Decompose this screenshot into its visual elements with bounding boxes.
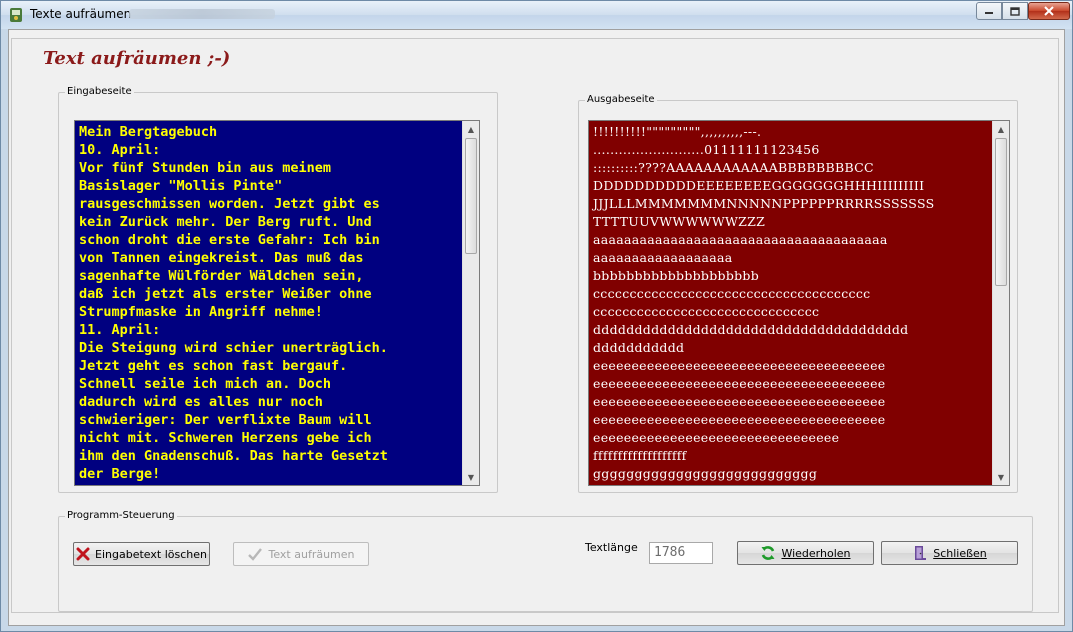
output-scrollbar[interactable]: ▲ ▼ — [992, 121, 1009, 485]
input-scrollbar[interactable]: ▲ ▼ — [462, 121, 479, 485]
repeat-label: Wiederholen — [781, 546, 851, 560]
title-redacted — [129, 9, 275, 19]
control-group-label: Programm-Steuerung — [65, 510, 177, 521]
maximize-icon — [1010, 6, 1020, 16]
textlength-field: 1786 — [649, 542, 713, 564]
app-window: Texte aufräumen Text aufräumen ;-) Einga… — [0, 0, 1073, 632]
app-icon — [10, 8, 22, 22]
output-text: !!!!!!!!!!""""""""",,,,,,,,,,---. ......… — [593, 124, 935, 481]
title-bar[interactable]: Texte aufräumen — [1, 1, 1072, 29]
scroll-up-icon[interactable]: ▲ — [993, 121, 1009, 137]
scroll-down-icon[interactable]: ▼ — [463, 469, 479, 485]
input-group-label: Eingabeseite — [65, 86, 134, 97]
repeat-button[interactable]: Wiederholen — [737, 541, 874, 565]
clear-input-button[interactable]: Eingabetext löschen — [73, 542, 210, 566]
textlength-label: Textlänge — [585, 541, 638, 554]
input-text: Mein Bergtagebuch 10. April: Vor fünf St… — [79, 124, 388, 482]
input-scroll-thumb[interactable] — [465, 138, 477, 254]
input-group: Eingabeseite Mein Bergtagebuch 10. April… — [58, 86, 498, 493]
scroll-down-icon[interactable]: ▼ — [993, 469, 1009, 485]
clean-text-button[interactable]: Text aufräumen — [233, 542, 369, 566]
page-title: Text aufräumen ;-) — [43, 48, 231, 69]
output-group-label: Ausgabeseite — [585, 94, 657, 105]
close-window-button[interactable] — [1028, 2, 1070, 20]
scroll-up-icon[interactable]: ▲ — [463, 121, 479, 137]
checkmark-icon — [248, 548, 263, 561]
input-textarea[interactable]: Mein Bergtagebuch 10. April: Vor fünf St… — [74, 120, 480, 486]
clear-input-label: Eingabetext löschen — [95, 547, 207, 561]
output-scroll-thumb[interactable] — [995, 138, 1007, 286]
minimize-icon — [985, 12, 993, 14]
minimize-button[interactable] — [976, 2, 1002, 20]
output-textarea[interactable]: !!!!!!!!!!""""""""",,,,,,,,,,---. ......… — [588, 120, 1010, 486]
clean-text-label: Text aufräumen — [268, 547, 355, 561]
close-label: Schließen — [933, 546, 987, 560]
client-area: Text aufräumen ;-) Eingabeseite Mein Ber… — [8, 29, 1065, 626]
close-button[interactable]: Schließen — [881, 541, 1018, 565]
red-x-icon — [76, 547, 90, 561]
green-refresh-icon — [761, 546, 775, 560]
maximize-button[interactable] — [1002, 2, 1028, 20]
output-group: Ausgabeseite !!!!!!!!!!""""""""",,,,,,,,… — [578, 94, 1018, 493]
window-title: Texte aufräumen — [30, 7, 132, 21]
close-icon — [1044, 6, 1054, 16]
door-exit-icon — [915, 546, 927, 560]
